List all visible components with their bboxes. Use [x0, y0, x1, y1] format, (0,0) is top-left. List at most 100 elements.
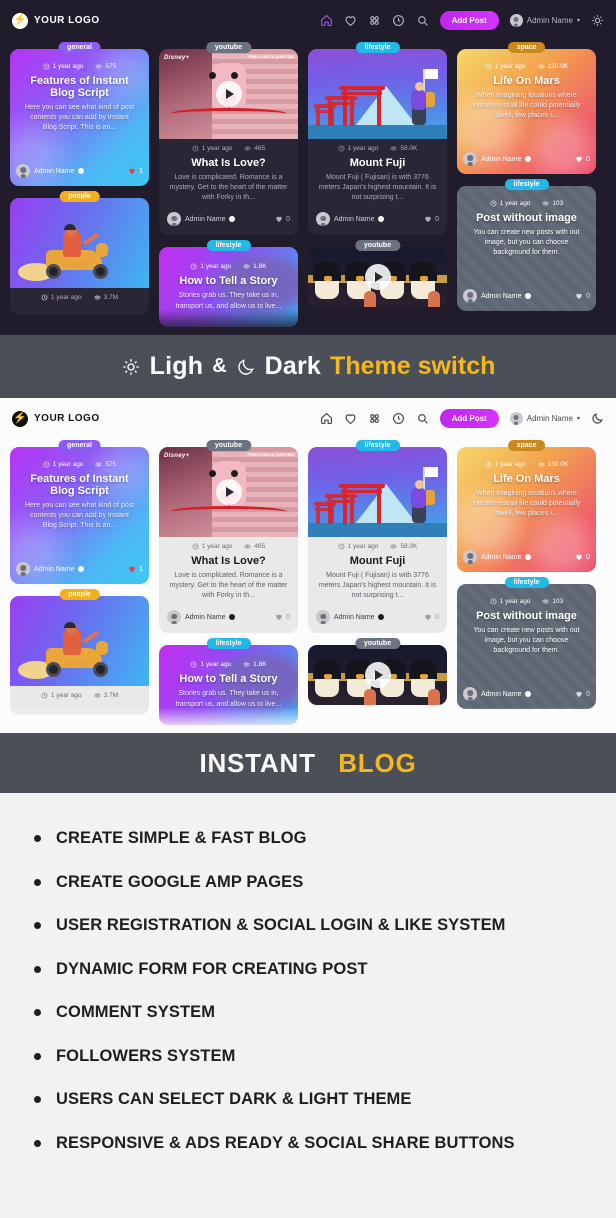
- feature-label: DYNAMIC FORM FOR CREATING POST: [56, 959, 368, 978]
- post-card-people[interactable]: people 1 year ago 3.7M: [10, 191, 149, 315]
- bullet-icon: [34, 1096, 41, 1104]
- category-badge[interactable]: general: [58, 42, 101, 53]
- play-button[interactable]: [364, 264, 391, 291]
- post-card-no-image[interactable]: lifestyle 1 year ago 103 Post without im…: [457, 577, 596, 709]
- like-count[interactable]: 0: [575, 155, 590, 163]
- like-count[interactable]: 0: [575, 690, 590, 698]
- like-count[interactable]: 0: [275, 215, 290, 223]
- category-badge[interactable]: lifestyle: [355, 42, 400, 53]
- dark-label: Dark: [264, 352, 322, 380]
- category-badge[interactable]: space: [507, 440, 546, 451]
- post-time: 1 year ago: [190, 263, 231, 270]
- search-icon[interactable]: [416, 14, 429, 27]
- bullet-icon: [34, 1052, 41, 1060]
- search-icon[interactable]: [416, 412, 429, 425]
- clock-icon[interactable]: [392, 412, 405, 425]
- category-badge[interactable]: space: [507, 42, 546, 53]
- post-author[interactable]: Admin Name: [16, 164, 85, 178]
- like-count[interactable]: 1: [128, 167, 143, 175]
- verified-icon: [525, 691, 532, 697]
- post-author[interactable]: Admin Name: [16, 562, 85, 576]
- category-badge[interactable]: lifestyle: [206, 240, 251, 252]
- moon-icon[interactable]: [591, 412, 604, 425]
- user-menu[interactable]: Admin Name ▾: [509, 14, 580, 27]
- feature-item: COMMENT SYSTEM: [34, 991, 616, 1035]
- add-post-button[interactable]: Add Post: [439, 11, 499, 30]
- thumb-tag: FORKY ASKS A QUESTION: [247, 55, 294, 59]
- lightning-bolt-icon: ⚡: [12, 410, 28, 427]
- like-count[interactable]: 0: [575, 553, 590, 561]
- moon-icon: [236, 357, 256, 377]
- post-title: What Is Love?: [191, 157, 266, 169]
- post-card-general[interactable]: general 1 year ago 575 Features of Insta…: [10, 440, 149, 584]
- category-badge[interactable]: people: [59, 589, 100, 600]
- sun-icon[interactable]: [591, 14, 604, 27]
- category-badge[interactable]: lifestyle: [206, 638, 251, 650]
- category-badge[interactable]: general: [58, 440, 101, 451]
- heart-icon[interactable]: [344, 412, 357, 425]
- category-badge[interactable]: people: [59, 191, 100, 202]
- post-thumbnail: Disney+ FORKY ASKS A QUESTION: [159, 447, 298, 537]
- user-menu[interactable]: Admin Name ▾: [509, 412, 580, 425]
- post-card-mount-fuji[interactable]: lifestyle 1 year ago 58.0K Mount Fuji Mo…: [308, 440, 447, 634]
- category-badge[interactable]: lifestyle: [504, 179, 549, 190]
- logo-text: YOUR LOGO: [34, 413, 100, 424]
- avatar: [509, 14, 523, 27]
- post-card-life-on-mars[interactable]: space 1 year ago 130.0K Life On Mars Whe…: [457, 42, 596, 174]
- post-author[interactable]: Admin Name: [316, 212, 385, 227]
- clock-icon[interactable]: [392, 14, 405, 27]
- post-author[interactable]: Admin Name: [167, 610, 236, 625]
- post-author[interactable]: Admin Name: [316, 610, 385, 625]
- post-views: 58.0K: [390, 543, 417, 550]
- post-card-life-on-mars[interactable]: space 1 year ago 130.0K Life On Mars Whe…: [457, 440, 596, 572]
- like-count[interactable]: 0: [424, 613, 439, 621]
- play-button[interactable]: [364, 662, 391, 689]
- like-count[interactable]: 0: [424, 215, 439, 223]
- site-logo[interactable]: ⚡ YOUR LOGO: [12, 12, 100, 29]
- post-author[interactable]: Admin Name: [167, 212, 236, 227]
- post-thumbnail: [10, 596, 149, 686]
- product-title-main: INSTANT: [199, 747, 316, 778]
- post-author[interactable]: Admin Name: [463, 152, 532, 166]
- post-time: 1 year ago: [490, 598, 530, 605]
- like-count[interactable]: 1: [128, 565, 143, 573]
- home-icon[interactable]: [320, 412, 333, 425]
- post-card-what-is-love[interactable]: youtube Disney+ FORKY ASKS A QUESTION 1 …: [159, 440, 298, 634]
- category-badge[interactable]: lifestyle: [355, 440, 400, 451]
- post-author[interactable]: Admin Name: [463, 289, 532, 303]
- post-card-story[interactable]: lifestyle 1 year ago 1.8K How to Tell a …: [159, 638, 298, 726]
- grid-icon[interactable]: [368, 14, 381, 27]
- post-author[interactable]: Admin Name: [463, 687, 532, 701]
- category-badge[interactable]: youtube: [205, 440, 252, 451]
- post-time: 1 year ago: [338, 543, 378, 550]
- post-card-story[interactable]: lifestyle 1 year ago 1.8K How to Tell a …: [159, 240, 298, 328]
- post-card-mount-fuji[interactable]: lifestyle 1 year ago 58.0K Mount Fuji Mo…: [308, 42, 447, 236]
- like-count[interactable]: 0: [575, 292, 590, 300]
- sun-icon: [121, 357, 141, 377]
- site-logo[interactable]: ⚡ YOUR LOGO: [12, 410, 100, 427]
- like-count[interactable]: 0: [275, 613, 290, 621]
- post-card-penguins[interactable]: youtube: [308, 638, 447, 706]
- play-button[interactable]: [215, 479, 242, 505]
- post-views: 130.0K: [538, 63, 568, 70]
- post-time: 1 year ago: [490, 200, 530, 207]
- post-card-general[interactable]: general 1 year ago 575 Features of Insta…: [10, 42, 149, 186]
- category-badge[interactable]: youtube: [205, 42, 252, 53]
- category-badge[interactable]: youtube: [354, 240, 401, 252]
- post-card-what-is-love[interactable]: youtube Disney+ FORKY ASKS A QUESTION 1 …: [159, 42, 298, 236]
- category-badge[interactable]: youtube: [354, 638, 401, 650]
- post-card-no-image[interactable]: lifestyle 1 year ago 103 Post without im…: [457, 179, 596, 311]
- play-button[interactable]: [215, 81, 242, 107]
- post-card-penguins[interactable]: youtube: [308, 240, 447, 308]
- heart-icon[interactable]: [344, 14, 357, 27]
- bullet-icon: [34, 965, 41, 973]
- post-author[interactable]: Admin Name: [463, 550, 532, 564]
- add-post-button[interactable]: Add Post: [439, 409, 499, 428]
- post-views: 3.7M: [94, 294, 118, 301]
- user-name: Admin Name: [526, 414, 573, 423]
- post-desc: Here you can see what kind of post conte…: [24, 104, 135, 132]
- home-icon[interactable]: [320, 14, 333, 27]
- category-badge[interactable]: lifestyle: [504, 577, 549, 588]
- post-card-people[interactable]: people 1 year ago 3.7M: [10, 589, 149, 715]
- grid-icon[interactable]: [368, 412, 381, 425]
